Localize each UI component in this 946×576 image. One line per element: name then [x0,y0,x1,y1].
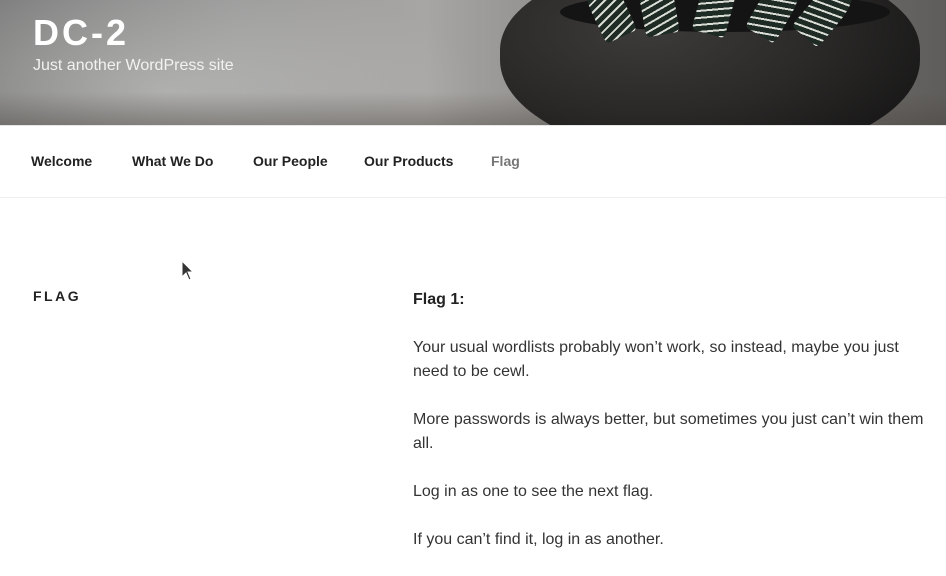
main-navigation: Welcome What We Do Our People Our Produc… [0,125,946,198]
site-title[interactable]: DC-2 [33,12,129,54]
paragraph: Your usual wordlists probably won’t work… [413,339,899,380]
paragraph: More passwords is always better, but som… [413,411,924,452]
site-header: DC-2 Just another WordPress site [0,0,946,125]
nav-item-our-people[interactable]: Our People [253,153,328,169]
mouse-pointer-icon [181,260,195,281]
nav-item-what-we-do[interactable]: What We Do [132,153,213,169]
nav-item-welcome[interactable]: Welcome [31,153,92,169]
paragraph: If you can’t find it, log in as another. [413,531,664,548]
nav-item-flag[interactable]: Flag [491,153,520,169]
entry-content: Flag 1: Your usual wordlists probably wo… [413,288,928,576]
nav-item-our-products[interactable]: Our Products [364,153,453,169]
page-title: Flag [33,288,82,304]
paragraph: Log in as one to see the next flag. [413,483,654,500]
flag-heading: Flag 1: [413,291,465,308]
site-description: Just another WordPress site [33,57,234,74]
